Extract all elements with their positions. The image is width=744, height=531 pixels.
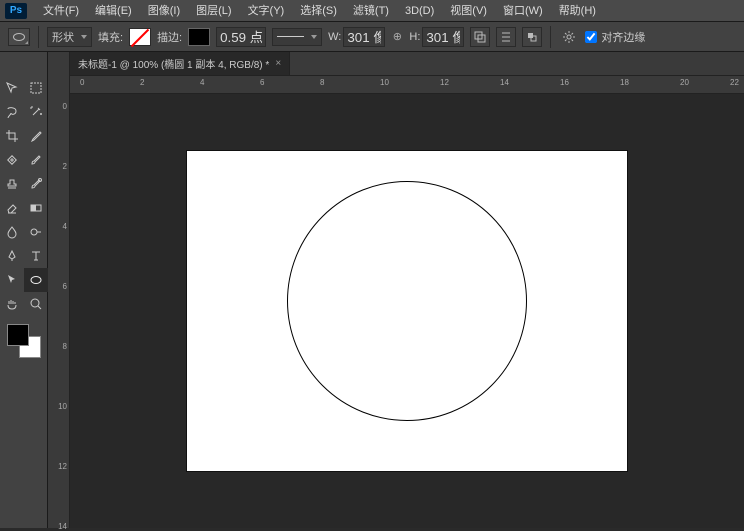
path-select-tool[interactable] bbox=[0, 268, 24, 292]
menu-view[interactable]: 视图(V) bbox=[442, 0, 495, 22]
gradient-tool[interactable] bbox=[24, 196, 48, 220]
workspace: 未标题-1 @ 100% (椭圆 1 副本 4, RGB/8) * × 0 2 … bbox=[70, 52, 744, 528]
menu-image[interactable]: 图像(I) bbox=[140, 0, 188, 22]
link-icon[interactable]: ⊕ bbox=[391, 30, 403, 43]
ellipse-shape[interactable] bbox=[287, 181, 527, 421]
ellipse-icon bbox=[13, 33, 25, 41]
separator bbox=[38, 26, 39, 48]
stroke-swatch[interactable] bbox=[188, 28, 210, 46]
arrange-icon[interactable] bbox=[522, 27, 542, 47]
height-label: H: bbox=[409, 31, 420, 43]
menu-file[interactable]: 文件(F) bbox=[35, 0, 87, 22]
width-label: W: bbox=[328, 31, 341, 43]
crop-tool[interactable] bbox=[0, 124, 24, 148]
vertical-ruler: 0 2 4 6 8 10 12 14 bbox=[48, 52, 70, 528]
canvas[interactable] bbox=[187, 151, 627, 471]
stamp-tool[interactable] bbox=[0, 172, 24, 196]
menu-edit[interactable]: 编辑(E) bbox=[87, 0, 140, 22]
pen-tool[interactable] bbox=[0, 244, 24, 268]
eyedropper-tool[interactable] bbox=[24, 124, 48, 148]
document-tab[interactable]: 未标题-1 @ 100% (椭圆 1 副本 4, RGB/8) * × bbox=[70, 52, 290, 75]
marquee-tool[interactable] bbox=[24, 76, 48, 100]
align-edges-checkbox[interactable]: 对齐边缘 bbox=[585, 29, 645, 45]
menubar: Ps 文件(F) 编辑(E) 图像(I) 图层(L) 文字(Y) 选择(S) 滤… bbox=[0, 0, 744, 22]
shape-dropdown[interactable]: 形状 bbox=[47, 27, 92, 47]
stroke-width-input[interactable] bbox=[216, 27, 266, 47]
hand-tool[interactable] bbox=[0, 292, 24, 316]
ellipse-tool[interactable] bbox=[24, 268, 48, 292]
horizontal-ruler: 0 2 4 6 8 10 12 14 16 18 20 22 bbox=[70, 76, 744, 94]
dodge-tool[interactable] bbox=[24, 220, 48, 244]
menu-help[interactable]: 帮助(H) bbox=[551, 0, 604, 22]
wand-tool[interactable] bbox=[24, 100, 48, 124]
separator bbox=[550, 26, 551, 48]
fill-label: 填充: bbox=[98, 29, 123, 45]
close-icon[interactable]: × bbox=[275, 58, 281, 69]
stroke-label: 描边: bbox=[157, 29, 182, 45]
lasso-tool[interactable] bbox=[0, 100, 24, 124]
foreground-color[interactable] bbox=[7, 324, 29, 346]
color-picker[interactable] bbox=[5, 322, 43, 360]
document-tab-title: 未标题-1 @ 100% (椭圆 1 副本 4, RGB/8) * bbox=[78, 56, 269, 71]
eraser-tool[interactable] bbox=[0, 196, 24, 220]
width-input[interactable] bbox=[343, 27, 385, 47]
align-icon[interactable] bbox=[496, 27, 516, 47]
gear-icon[interactable] bbox=[559, 27, 579, 47]
menu-select[interactable]: 选择(S) bbox=[292, 0, 345, 22]
menu-filter[interactable]: 滤镜(T) bbox=[345, 0, 397, 22]
current-tool-icon[interactable] bbox=[8, 28, 30, 46]
fill-swatch[interactable] bbox=[129, 28, 151, 46]
type-tool[interactable] bbox=[24, 244, 48, 268]
document-tabbar: 未标题-1 @ 100% (椭圆 1 副本 4, RGB/8) * × bbox=[70, 52, 744, 76]
path-ops-icon[interactable] bbox=[470, 27, 490, 47]
blur-tool[interactable] bbox=[0, 220, 24, 244]
toolbox bbox=[0, 52, 48, 528]
history-brush-tool[interactable] bbox=[24, 172, 48, 196]
app-logo: Ps bbox=[5, 3, 27, 19]
menu-type[interactable]: 文字(Y) bbox=[240, 0, 293, 22]
menu-layer[interactable]: 图层(L) bbox=[188, 0, 239, 22]
stroke-style-dropdown[interactable] bbox=[272, 28, 322, 46]
healing-tool[interactable] bbox=[0, 148, 24, 172]
options-bar: 形状 填充: 描边: W: ⊕ H: 对齐边缘 bbox=[0, 22, 744, 52]
brush-tool[interactable] bbox=[24, 148, 48, 172]
menu-window[interactable]: 窗口(W) bbox=[495, 0, 551, 22]
zoom-tool[interactable] bbox=[24, 292, 48, 316]
menu-3d[interactable]: 3D(D) bbox=[397, 0, 442, 22]
canvas-area[interactable] bbox=[70, 94, 744, 528]
move-tool[interactable] bbox=[0, 76, 24, 100]
height-input[interactable] bbox=[422, 27, 464, 47]
